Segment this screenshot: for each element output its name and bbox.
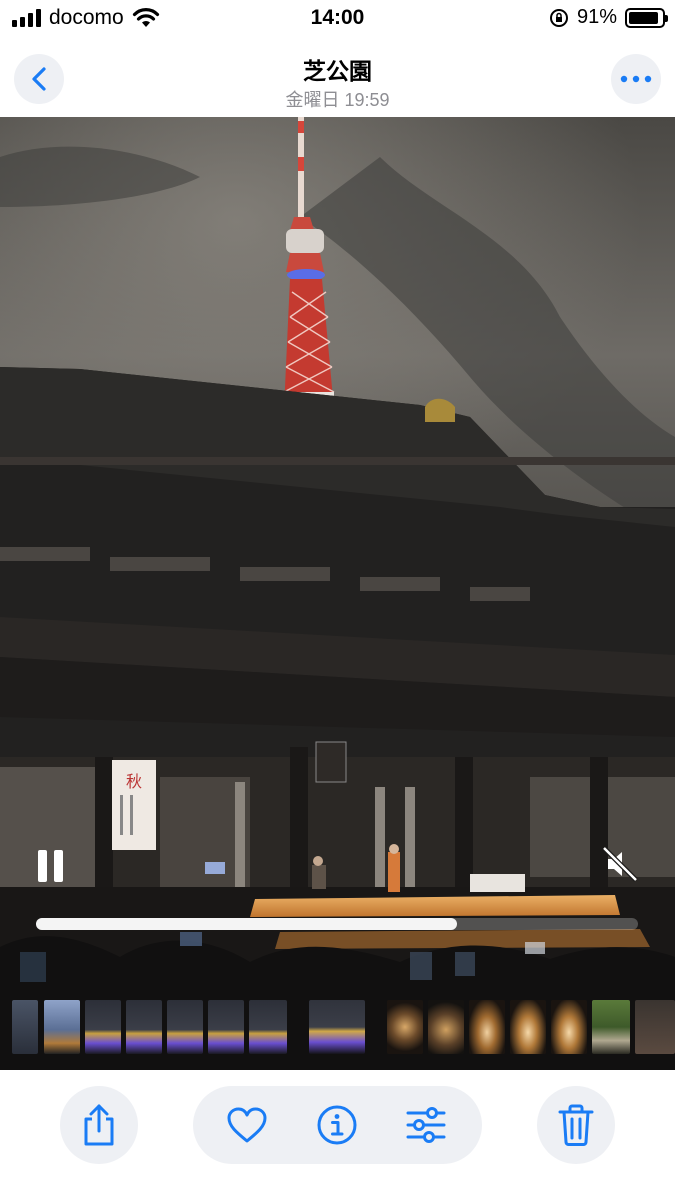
pause-icon-bar [54, 850, 63, 882]
share-button[interactable] [60, 1086, 138, 1164]
battery-percent: 91% [576, 6, 617, 28]
action-group [193, 1086, 482, 1164]
pause-button[interactable] [38, 850, 68, 884]
heart-icon [227, 1107, 267, 1143]
banner-text: 秋 [126, 772, 142, 791]
thumbnail[interactable] [167, 1000, 203, 1054]
video-scrubber[interactable] [36, 918, 638, 930]
nav-header: 芝公園 金曜日 19:59 [0, 40, 675, 117]
info-icon [317, 1105, 357, 1145]
thumbnail[interactable] [635, 1000, 675, 1054]
thumbnail[interactable] [249, 1000, 287, 1054]
info-button[interactable] [315, 1103, 359, 1147]
thumbnail[interactable] [387, 1000, 423, 1054]
delete-button[interactable] [537, 1086, 615, 1164]
thumbnail[interactable] [551, 1000, 587, 1054]
pause-icon [38, 850, 47, 882]
thumbnail[interactable] [208, 1000, 244, 1054]
thumbnail-strip[interactable] [0, 1000, 675, 1056]
battery-icon [625, 7, 668, 28]
thumbnail-current[interactable] [309, 1000, 365, 1054]
mute-button[interactable] [600, 844, 640, 884]
trash-icon [558, 1104, 594, 1146]
thumbnail[interactable] [12, 1000, 38, 1054]
thumbnail[interactable] [592, 1000, 630, 1054]
adjust-icon [406, 1107, 446, 1143]
page-subtitle: 金曜日 19:59 [285, 90, 390, 110]
video-viewer[interactable]: 秋 [0, 117, 675, 1070]
adjust-button[interactable] [404, 1103, 448, 1147]
more-button[interactable] [611, 54, 661, 104]
share-icon [84, 1104, 114, 1146]
page-title: 芝公園 [303, 58, 372, 84]
status-bar: docomo 14:00 91% [0, 0, 675, 40]
ellipsis-icon [620, 75, 652, 83]
thumbnail[interactable] [510, 1000, 546, 1054]
thumbnail[interactable] [44, 1000, 80, 1054]
thumbnail[interactable] [85, 1000, 121, 1054]
thumbnail[interactable] [126, 1000, 162, 1054]
orientation-lock-icon [549, 8, 568, 27]
thumbnail[interactable] [469, 1000, 505, 1054]
bottom-toolbar [0, 1070, 675, 1200]
scrubber-progress [36, 918, 458, 930]
favorite-button[interactable] [225, 1103, 269, 1147]
thumbnail[interactable] [428, 1000, 464, 1054]
